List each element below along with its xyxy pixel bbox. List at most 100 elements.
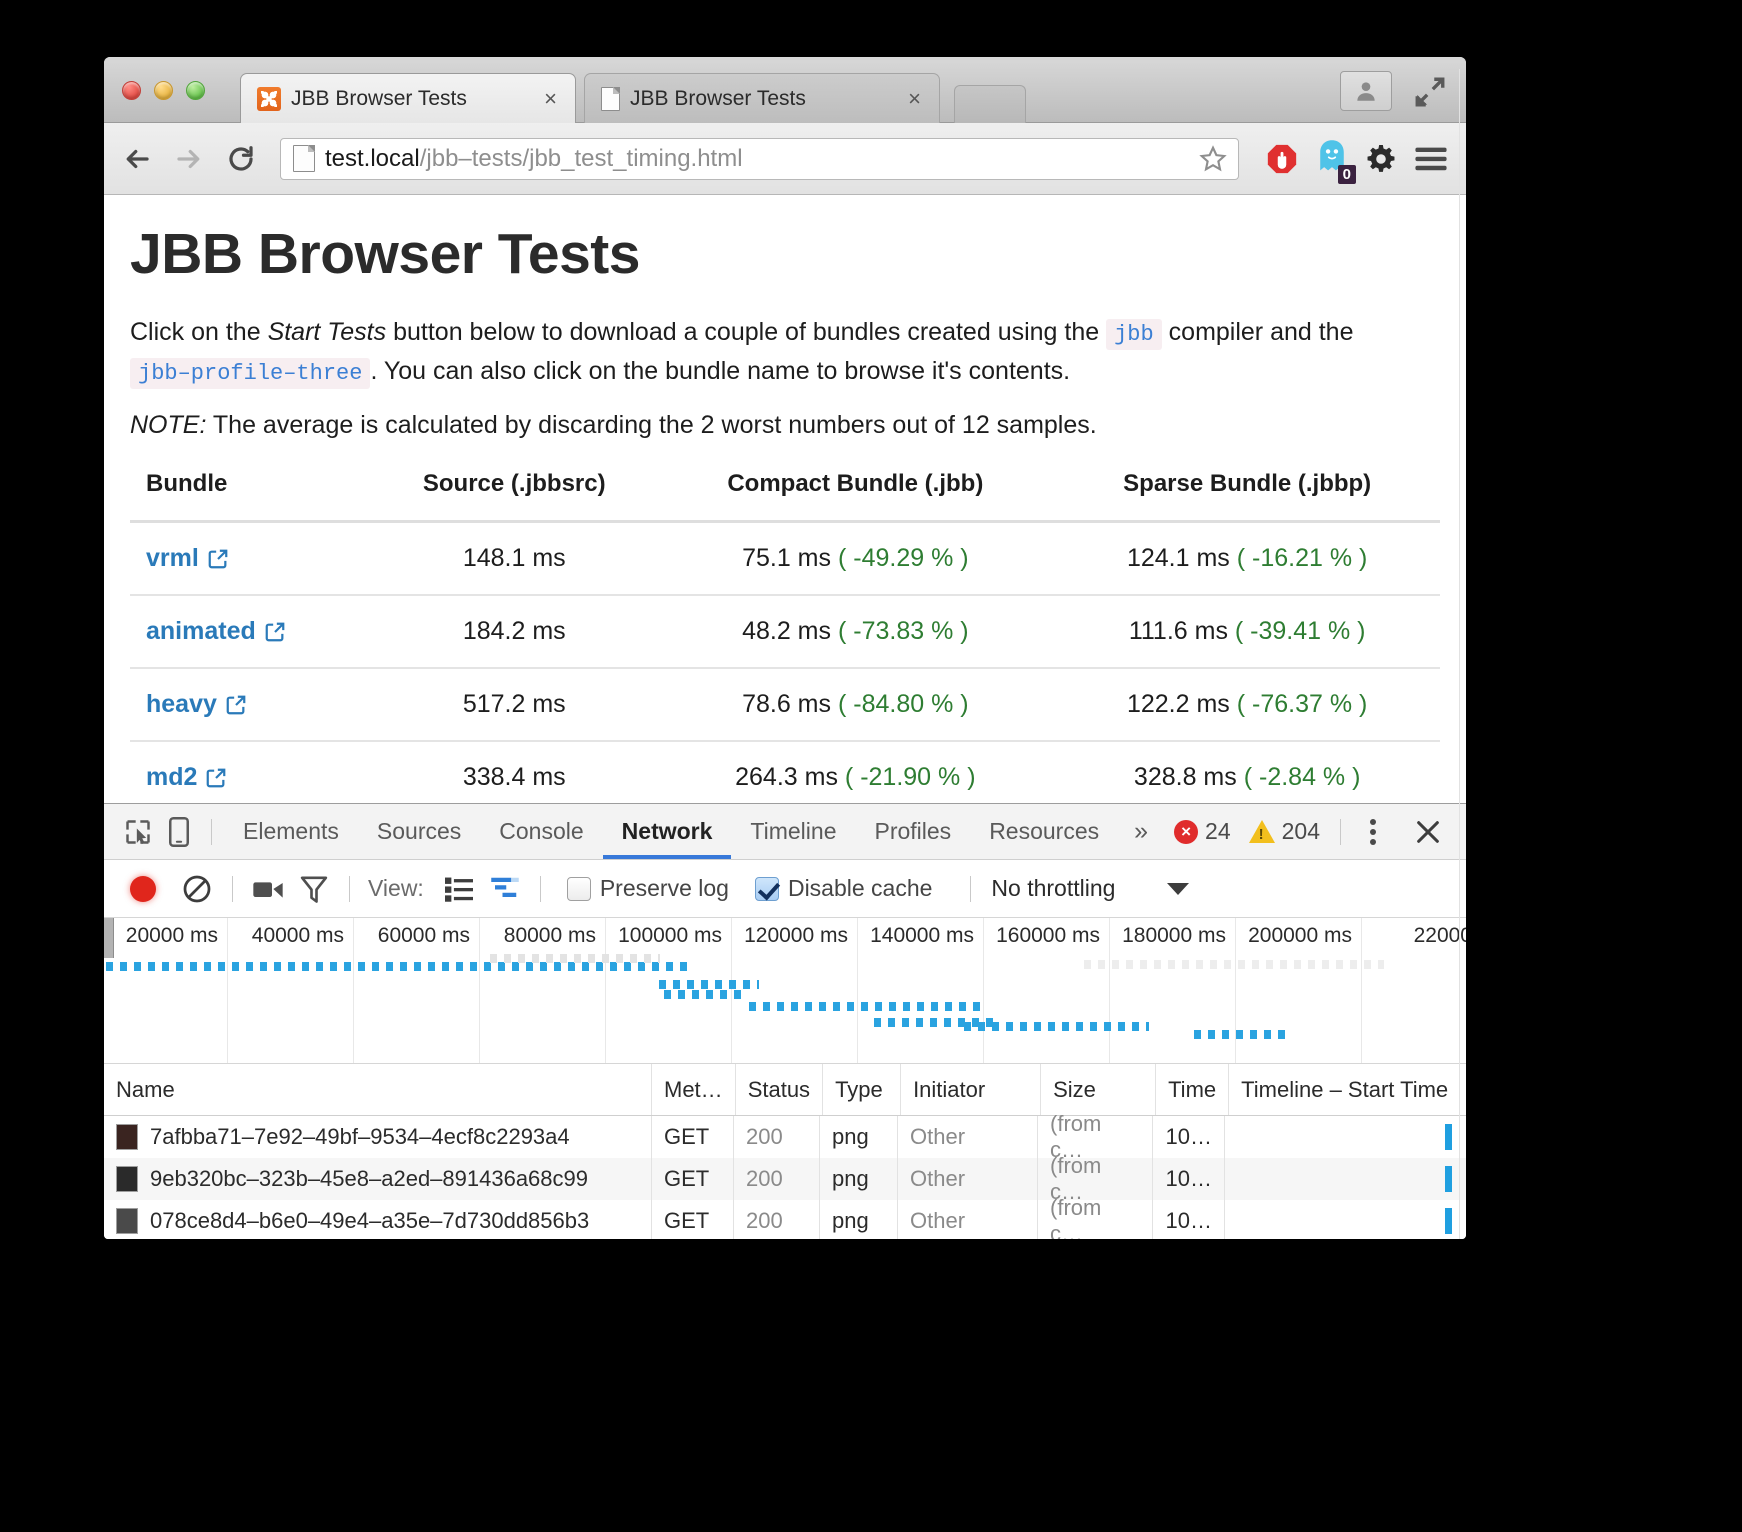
table-row: vrml 148.1 ms 75.1 ms ( -49.29 % ) 124.1…: [130, 520, 1440, 596]
profile-button[interactable]: [1340, 71, 1392, 111]
intro-paragraph: Click on the Start Tests button below to…: [130, 313, 1440, 391]
record-button[interactable]: [120, 866, 166, 912]
window-controls[interactable]: [122, 81, 205, 100]
table-row[interactable]: 078ce8d4–b6e0–49e4–a35e–7d730dd856b3 GET…: [104, 1195, 1466, 1239]
star-icon[interactable]: [1198, 144, 1228, 174]
column-header-type[interactable]: Type: [823, 1064, 902, 1115]
capture-screenshots-button[interactable]: [245, 866, 291, 912]
browser-tab-inactive[interactable]: JBB Browser Tests ×: [584, 73, 940, 123]
clear-icon: [183, 875, 211, 902]
new-tab-button[interactable]: [954, 85, 1026, 123]
forward-button[interactable]: [172, 142, 206, 176]
request-name-cell[interactable]: 7afbba71–7e92–49bf–9534–4ecf8c2293a4: [104, 1116, 652, 1158]
column-header-initiator[interactable]: Initiator: [901, 1064, 1042, 1115]
overview-left-handle[interactable]: [104, 918, 114, 958]
intro-text-1: Click on the: [130, 318, 268, 346]
ruler-cell: 140000 ms: [858, 918, 984, 1063]
close-window-button[interactable]: [122, 81, 141, 100]
bundle-cell: md2: [130, 740, 373, 803]
column-header-status[interactable]: Status: [736, 1064, 824, 1115]
tab-network[interactable]: Network: [603, 804, 732, 859]
request-timeline-cell: [1225, 1158, 1466, 1200]
network-overview[interactable]: 20000 ms 40000 ms 60000 ms 80000 ms 1000…: [104, 918, 1466, 1064]
bundle-link-animated[interactable]: animated: [146, 617, 286, 646]
bundle-link-md2[interactable]: md2: [146, 763, 227, 792]
request-name-cell[interactable]: 078ce8d4–b6e0–49e4–a35e–7d730dd856b3: [104, 1200, 652, 1239]
column-header-bundle: Bundle: [130, 470, 373, 524]
url-path: /jbb–tests/jbb_test_timing.html: [419, 144, 743, 172]
request-size: (from c…: [1038, 1195, 1153, 1239]
chevron-down-icon[interactable]: [1167, 882, 1190, 895]
request-name: 7afbba71–7e92–49bf–9534–4ecf8c2293a4: [150, 1124, 570, 1149]
overview-band: [659, 980, 759, 989]
gear-icon[interactable]: [1365, 143, 1397, 175]
table-row[interactable]: 9eb320bc–323b–45e8–a2ed–891436a68c99 GET…: [104, 1153, 1466, 1204]
device-toolbar-button[interactable]: [159, 811, 200, 853]
sparse-cell: 122.2 ms ( -76.37 % ): [1054, 667, 1440, 742]
external-link-icon: [226, 695, 246, 715]
request-time: 10…: [1153, 1158, 1225, 1200]
ruler-tick: 100000 ms: [618, 924, 722, 947]
waterfall-view-button[interactable]: [482, 866, 528, 912]
timeline-bar: [1445, 1166, 1452, 1192]
kebab-menu-icon: [1370, 818, 1377, 845]
minimize-window-button[interactable]: [154, 81, 173, 100]
source-cell: 517.2 ms: [372, 667, 657, 742]
inspect-cursor-icon: [126, 819, 150, 844]
divider: [211, 818, 213, 845]
table-row[interactable]: 7afbba71–7e92–49bf–9534–4ecf8c2293a4 GET…: [104, 1111, 1466, 1162]
overview-band: [1084, 960, 1384, 969]
tab-profiles[interactable]: Profiles: [855, 804, 970, 859]
column-header-source: Source (.jbbsrc): [372, 470, 657, 524]
sort-caret-icon[interactable]: [1426, 69, 1460, 1239]
address-bar[interactable]: test.local/jbb–tests/jbb_test_timing.htm…: [280, 137, 1239, 180]
column-header-size[interactable]: Size: [1041, 1064, 1157, 1115]
throttling-select[interactable]: No throttling: [991, 875, 1115, 902]
table-header-row: Bundle Source (.jbbsrc) Compact Bundle (…: [130, 470, 1440, 524]
capture-screenshots-icon: [253, 881, 283, 898]
bundle-link-label: animated: [146, 617, 256, 646]
request-initiator: Other: [898, 1158, 1038, 1200]
filter-button[interactable]: [291, 866, 337, 912]
column-header-name[interactable]: Name: [104, 1064, 652, 1115]
request-status: 200: [734, 1116, 820, 1158]
zoom-window-button[interactable]: [186, 81, 205, 100]
browser-tab-active[interactable]: JBB Browser Tests ×: [240, 73, 576, 123]
close-icon[interactable]: ×: [904, 87, 925, 110]
preserve-log-checkbox[interactable]: Preserve log: [566, 875, 729, 902]
compact-time: 48.2 ms: [742, 617, 832, 646]
source-cell: 184.2 ms: [372, 594, 657, 669]
external-link-icon: [208, 549, 228, 569]
table-row: heavy 517.2 ms 78.6 ms ( -84.80 % ) 122.…: [130, 667, 1440, 742]
request-method: GET: [652, 1158, 734, 1200]
bundle-link-heavy[interactable]: heavy: [146, 690, 247, 719]
warning-count[interactable]: 204: [1248, 818, 1320, 845]
back-button[interactable]: [120, 142, 154, 176]
inspect-element-button[interactable]: [118, 811, 159, 853]
request-name-cell[interactable]: 9eb320bc–323b–45e8–a2ed–891436a68c99: [104, 1158, 652, 1200]
page-content: JBB Browser Tests Click on the Start Tes…: [104, 195, 1466, 803]
disable-cache-checkbox[interactable]: Disable cache: [754, 875, 932, 902]
column-header-time[interactable]: Time: [1156, 1064, 1230, 1115]
devtools-menu-button[interactable]: [1353, 811, 1394, 853]
list-view-button[interactable]: [436, 866, 482, 912]
ruler-tick: 120000 ms: [744, 924, 848, 947]
tab-elements[interactable]: Elements: [224, 804, 358, 859]
adblock-icon[interactable]: [1265, 142, 1299, 176]
ruler-cell: 160000 ms: [984, 918, 1110, 1063]
warning-icon: [1248, 820, 1275, 843]
more-tabs-button[interactable]: »: [1118, 817, 1164, 846]
tab-sources[interactable]: Sources: [358, 804, 480, 859]
ghostery-button[interactable]: 0: [1316, 139, 1356, 184]
column-header-method[interactable]: Met…: [652, 1064, 736, 1115]
tab-resources[interactable]: Resources: [970, 804, 1118, 859]
close-icon[interactable]: ×: [540, 87, 561, 110]
tab-console[interactable]: Console: [480, 804, 602, 859]
reload-button[interactable]: [224, 142, 258, 176]
bundle-link-vrml[interactable]: vrml: [146, 544, 229, 573]
tab-timeline[interactable]: Timeline: [731, 804, 855, 859]
error-count[interactable]: × 24: [1174, 818, 1231, 845]
ruler-cell: 120000 ms: [732, 918, 858, 1063]
clear-button[interactable]: [174, 866, 220, 912]
sparse-pct: ( -16.21 % ): [1236, 544, 1368, 573]
